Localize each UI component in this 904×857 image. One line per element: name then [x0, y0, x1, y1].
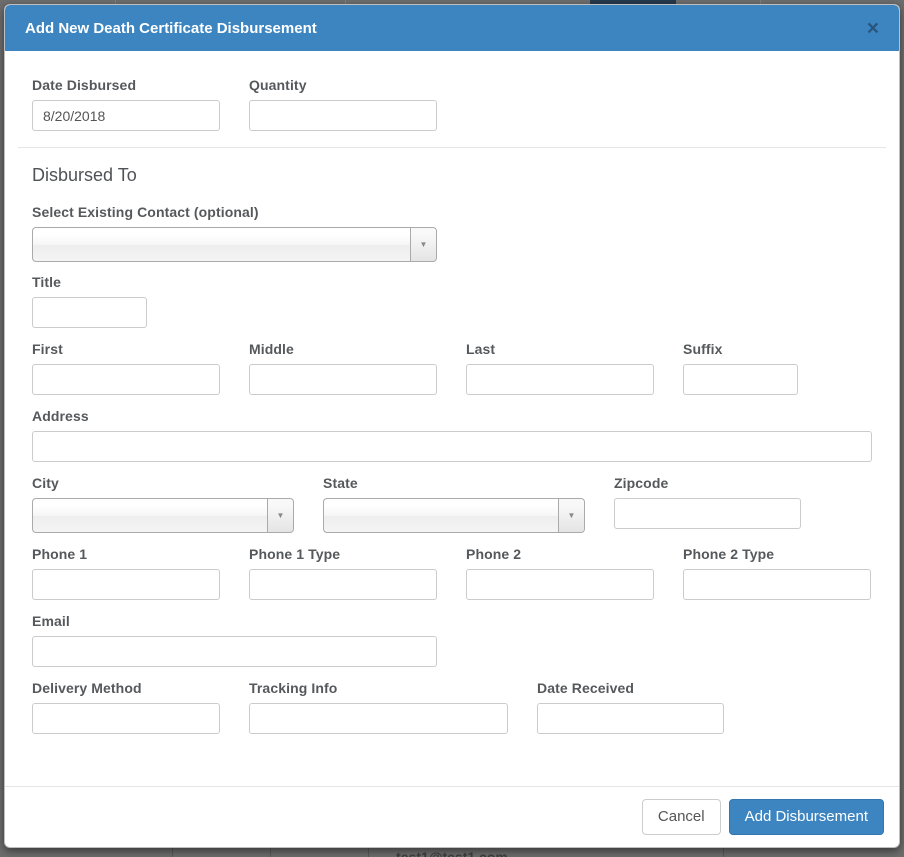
title-input[interactable]: [32, 297, 147, 328]
last-name-label: Last: [466, 341, 496, 357]
address-input[interactable]: [32, 431, 872, 462]
select-contact-group: Select Existing Contact (optional) ▼: [32, 204, 437, 262]
last-name-group: Last: [466, 341, 654, 395]
first-name-label: First: [32, 341, 63, 357]
phone1-group: Phone 1: [32, 546, 220, 600]
quantity-group: Quantity: [249, 77, 437, 131]
city-group: City ▼: [32, 475, 294, 533]
middle-name-group: Middle: [249, 341, 437, 395]
add-disbursement-button[interactable]: Add Disbursement: [728, 798, 884, 835]
suffix-label: Suffix: [683, 341, 723, 357]
chevron-down-icon: ▼: [410, 228, 436, 261]
modal-header: Add New Death Certificate Disbursement ×: [5, 5, 899, 51]
phone2-group: Phone 2: [466, 546, 654, 600]
email-input[interactable]: [32, 636, 437, 667]
city-label: City: [32, 475, 59, 491]
tracking-info-group: Tracking Info: [249, 680, 508, 734]
phone2-type-group: Phone 2 Type: [683, 546, 871, 600]
chevron-down-icon: ▼: [558, 499, 584, 532]
cancel-button[interactable]: Cancel: [641, 798, 721, 835]
phone2-input[interactable]: [466, 569, 654, 600]
add-disbursement-modal: Add New Death Certificate Disbursement ×…: [4, 4, 900, 848]
phone1-type-input[interactable]: [249, 569, 437, 600]
date-disbursed-label: Date Disbursed: [32, 77, 137, 93]
phone1-label: Phone 1: [32, 546, 88, 562]
title-label: Title: [32, 274, 62, 290]
date-received-label: Date Received: [537, 680, 635, 696]
select-contact-label: Select Existing Contact (optional): [32, 204, 259, 220]
quantity-input[interactable]: [249, 100, 437, 131]
chevron-down-icon: ▼: [267, 499, 293, 532]
section-divider: [18, 147, 886, 148]
suffix-group: Suffix: [683, 341, 798, 395]
phone1-type-group: Phone 1 Type: [249, 546, 437, 600]
date-received-group: Date Received: [537, 680, 724, 734]
delivery-method-label: Delivery Method: [32, 680, 142, 696]
city-value: [33, 499, 267, 532]
city-dropdown[interactable]: ▼: [32, 498, 294, 533]
state-dropdown[interactable]: ▼: [323, 498, 585, 533]
modal-title: Add New Death Certificate Disbursement: [25, 19, 317, 37]
phone2-type-input[interactable]: [683, 569, 871, 600]
email-label: Email: [32, 613, 70, 629]
middle-name-input[interactable]: [249, 364, 437, 395]
zipcode-input[interactable]: [614, 498, 801, 529]
tracking-info-input[interactable]: [249, 703, 508, 734]
tracking-info-label: Tracking Info: [249, 680, 338, 696]
zipcode-label: Zipcode: [614, 475, 669, 491]
phone1-input[interactable]: [32, 569, 220, 600]
address-label: Address: [32, 408, 89, 424]
title-group: Title: [32, 274, 147, 328]
last-name-input[interactable]: [466, 364, 654, 395]
state-label: State: [323, 475, 358, 491]
date-received-input[interactable]: [537, 703, 724, 734]
phone2-type-label: Phone 2 Type: [683, 546, 775, 562]
modal-footer: Cancel Add Disbursement: [5, 785, 899, 847]
select-contact-dropdown[interactable]: ▼: [32, 227, 437, 262]
state-value: [324, 499, 558, 532]
date-disbursed-group: Date Disbursed: [32, 77, 220, 131]
first-name-input[interactable]: [32, 364, 220, 395]
zipcode-group: Zipcode: [614, 475, 801, 533]
background-email-text: test1@test1.com: [396, 849, 508, 857]
middle-name-label: Middle: [249, 341, 294, 357]
address-group: Address: [32, 408, 872, 462]
suffix-input[interactable]: [683, 364, 798, 395]
first-name-group: First: [32, 341, 220, 395]
modal-body: Date Disbursed Quantity Disbursed To Sel…: [5, 51, 899, 786]
email-group: Email: [32, 613, 437, 667]
section-heading: Disbursed To: [32, 165, 137, 185]
state-group: State ▼: [323, 475, 585, 533]
delivery-method-input[interactable]: [32, 703, 220, 734]
phone2-label: Phone 2: [466, 546, 522, 562]
delivery-method-group: Delivery Method: [32, 680, 220, 734]
phone1-type-label: Phone 1 Type: [249, 546, 341, 562]
quantity-label: Quantity: [249, 77, 307, 93]
close-icon[interactable]: ×: [867, 18, 879, 39]
select-contact-value: [33, 228, 410, 261]
date-disbursed-input[interactable]: [32, 100, 220, 131]
